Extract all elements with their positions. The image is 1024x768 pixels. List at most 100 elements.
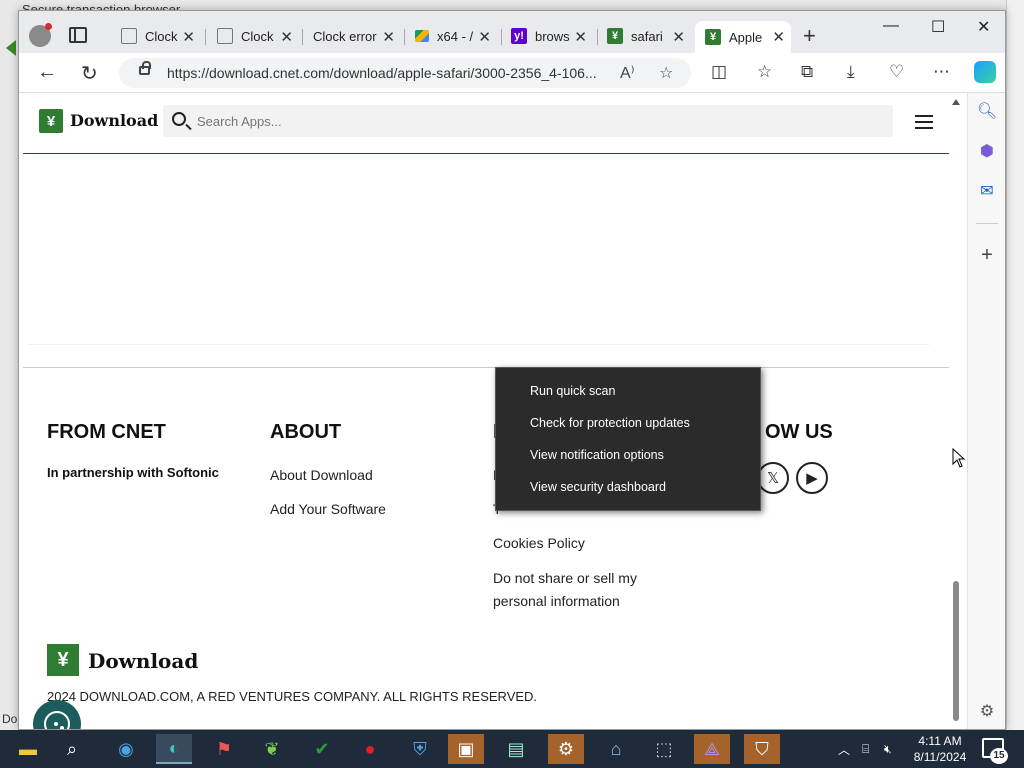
browser-essentials-icon[interactable]: ♡	[889, 62, 904, 82]
taskbar-search-icon[interactable]: ⌕	[54, 734, 90, 764]
maximize-icon[interactable]: ☐	[931, 17, 945, 37]
background-scrollbar[interactable]	[1006, 0, 1024, 730]
tab-safari[interactable]: ¥ safari ✕	[597, 21, 691, 51]
refresh-icon[interactable]: ↻	[81, 61, 98, 86]
windows-flag-icon[interactable]: ⚑	[206, 734, 242, 764]
copyright-text: 2024 DOWNLOAD.COM, A RED VENTURES COMPAN…	[47, 689, 538, 704]
menu-item-run-quick-scan[interactable]: Run quick scan	[530, 384, 615, 398]
new-tab-plus-icon[interactable]: +	[803, 23, 816, 49]
background-back-arrow-icon	[6, 40, 16, 56]
tab-label: Clock error	[313, 28, 377, 44]
downloads-icon[interactable]: ⤓	[847, 62, 855, 82]
close-icon[interactable]: ✕	[672, 28, 685, 46]
footer-link-do-not-sell[interactable]: Do not share or sell my	[493, 570, 637, 586]
sidebar-add-icon[interactable]: +	[977, 244, 997, 266]
tray-chevron-up-icon[interactable]: ︿	[838, 730, 850, 768]
footer-link-add-software[interactable]: Add Your Software	[270, 501, 386, 517]
more-menu-icon[interactable]: ⋯	[933, 62, 950, 82]
shield-app-icon[interactable]: ⛨	[402, 734, 438, 764]
favorite-star-icon[interactable]: ☆	[659, 63, 673, 83]
red-app-icon[interactable]: ●	[352, 734, 388, 764]
menu-item-security-dashboard[interactable]: View security dashboard	[530, 480, 666, 494]
edge-icon[interactable]: ◐	[156, 734, 192, 764]
copilot-icon[interactable]	[974, 61, 996, 83]
download-logo-icon[interactable]: ¥	[39, 109, 63, 133]
close-icon[interactable]: ✕	[574, 28, 587, 46]
window-close-icon[interactable]: ✕	[977, 17, 990, 37]
search-input[interactable]	[197, 111, 877, 131]
menu-item-check-updates[interactable]: Check for protection updates	[530, 416, 690, 430]
page-icon	[121, 28, 137, 44]
lock-icon[interactable]	[139, 61, 151, 75]
close-icon[interactable]: ✕	[182, 28, 195, 46]
tab-yahoo[interactable]: y! brows ✕	[501, 21, 593, 51]
download-icon: ¥	[607, 28, 623, 44]
tab-label: x64 - /	[437, 28, 474, 44]
tab-clock-1[interactable]: Clock ✕	[111, 21, 201, 51]
collections-icon[interactable]: ⧉	[801, 62, 813, 82]
screen-app-icon[interactable]: ▤	[498, 734, 534, 764]
sidebar-outlook-icon[interactable]: ✉	[977, 181, 997, 201]
cookie-settings-button[interactable]	[33, 700, 81, 729]
site-logo-text[interactable]: Download	[70, 111, 158, 130]
close-icon[interactable]: ✕	[772, 28, 785, 46]
footer-download-logo-icon[interactable]: ¥	[47, 644, 79, 676]
page-scrollbar[interactable]	[949, 93, 965, 729]
scroll-up-arrow-icon[interactable]	[952, 99, 960, 105]
file-explorer-icon[interactable]: ▬	[10, 734, 46, 764]
sidebar-search-icon[interactable]: 🔍︎	[977, 101, 997, 121]
visual-studio-icon[interactable]: ⟁	[694, 734, 730, 764]
favorites-icon[interactable]: ☆	[757, 62, 772, 82]
url-box[interactable]: https://download.cnet.com/download/apple…	[119, 58, 691, 88]
close-icon[interactable]: ✕	[382, 28, 395, 46]
drive-icon	[415, 30, 429, 42]
system-clock[interactable]: 4:11 AM 8/11/2024	[908, 733, 972, 765]
yahoo-icon: y!	[511, 28, 527, 44]
search-bar[interactable]	[163, 105, 893, 137]
security-context-menu: Run quick scan Check for protection upda…	[495, 367, 761, 511]
menu-item-notification-options[interactable]: View notification options	[530, 448, 664, 462]
x-icon[interactable]: 𝕏	[757, 462, 789, 494]
tab-bar: Clock ✕ Clock ✕ Clock error ✕ x64 - / ✕ …	[19, 11, 1005, 53]
tab-label: Clock	[241, 28, 274, 44]
chrome-icon[interactable]: ◉	[108, 734, 144, 764]
footer-link-personal-info[interactable]: personal information	[493, 593, 620, 609]
tab-label: safari	[631, 28, 663, 44]
read-aloud-icon[interactable]: A⁾	[620, 63, 635, 83]
footer-logo-text[interactable]: Download	[88, 649, 198, 673]
scroll-thumb[interactable]	[953, 581, 959, 721]
windows-security-icon[interactable]: ⛉	[744, 734, 780, 764]
clock-date: 8/11/2024	[913, 750, 967, 764]
footer-link-about-download[interactable]: About Download	[270, 467, 373, 483]
leaf-app-icon[interactable]: ❦	[254, 734, 290, 764]
download-icon: ¥	[705, 29, 721, 45]
back-arrow-icon[interactable]: ←	[37, 61, 57, 84]
network-app-icon[interactable]: ⌂	[598, 734, 634, 764]
package-app-icon[interactable]: ⬚	[646, 734, 682, 764]
tab-actions-icon[interactable]	[69, 27, 87, 43]
visual-studio-app-icon[interactable]: ▣	[448, 734, 484, 764]
tab-clock-error[interactable]: Clock error ✕	[303, 21, 401, 51]
tab-drive[interactable]: x64 - / ✕	[405, 21, 497, 51]
settings-gear-icon[interactable]: ⚙	[548, 734, 584, 764]
tab-clock-2[interactable]: Clock ✕	[207, 21, 299, 51]
tab-label: Clock	[145, 28, 178, 44]
close-icon[interactable]: ✕	[478, 28, 491, 46]
page-icon	[217, 28, 233, 44]
divider	[29, 344, 929, 345]
hamburger-menu-icon[interactable]	[915, 115, 933, 129]
sidebar-copilot-icon[interactable]: ⬢	[977, 141, 997, 161]
footer-link-cookies-policy[interactable]: Cookies Policy	[493, 535, 585, 551]
sidebar-settings-gear-icon[interactable]: ⚙	[977, 701, 997, 721]
url-text[interactable]: https://download.cnet.com/download/apple…	[167, 65, 597, 81]
youtube-icon[interactable]: ▶	[796, 462, 828, 494]
cookie-icon	[44, 711, 70, 729]
tray-network-icon[interactable]: ⌸	[862, 730, 869, 768]
checkmark-app-icon[interactable]: ✔	[304, 734, 340, 764]
search-icon[interactable]	[172, 112, 186, 126]
split-screen-icon[interactable]: ◫	[711, 62, 727, 82]
close-icon[interactable]: ✕	[280, 28, 293, 46]
minimize-icon[interactable]: —	[883, 17, 899, 35]
tray-volume-muted-icon[interactable]: 🔇︎	[884, 730, 892, 768]
tab-apple-active[interactable]: ¥ Apple ✕	[695, 21, 791, 53]
